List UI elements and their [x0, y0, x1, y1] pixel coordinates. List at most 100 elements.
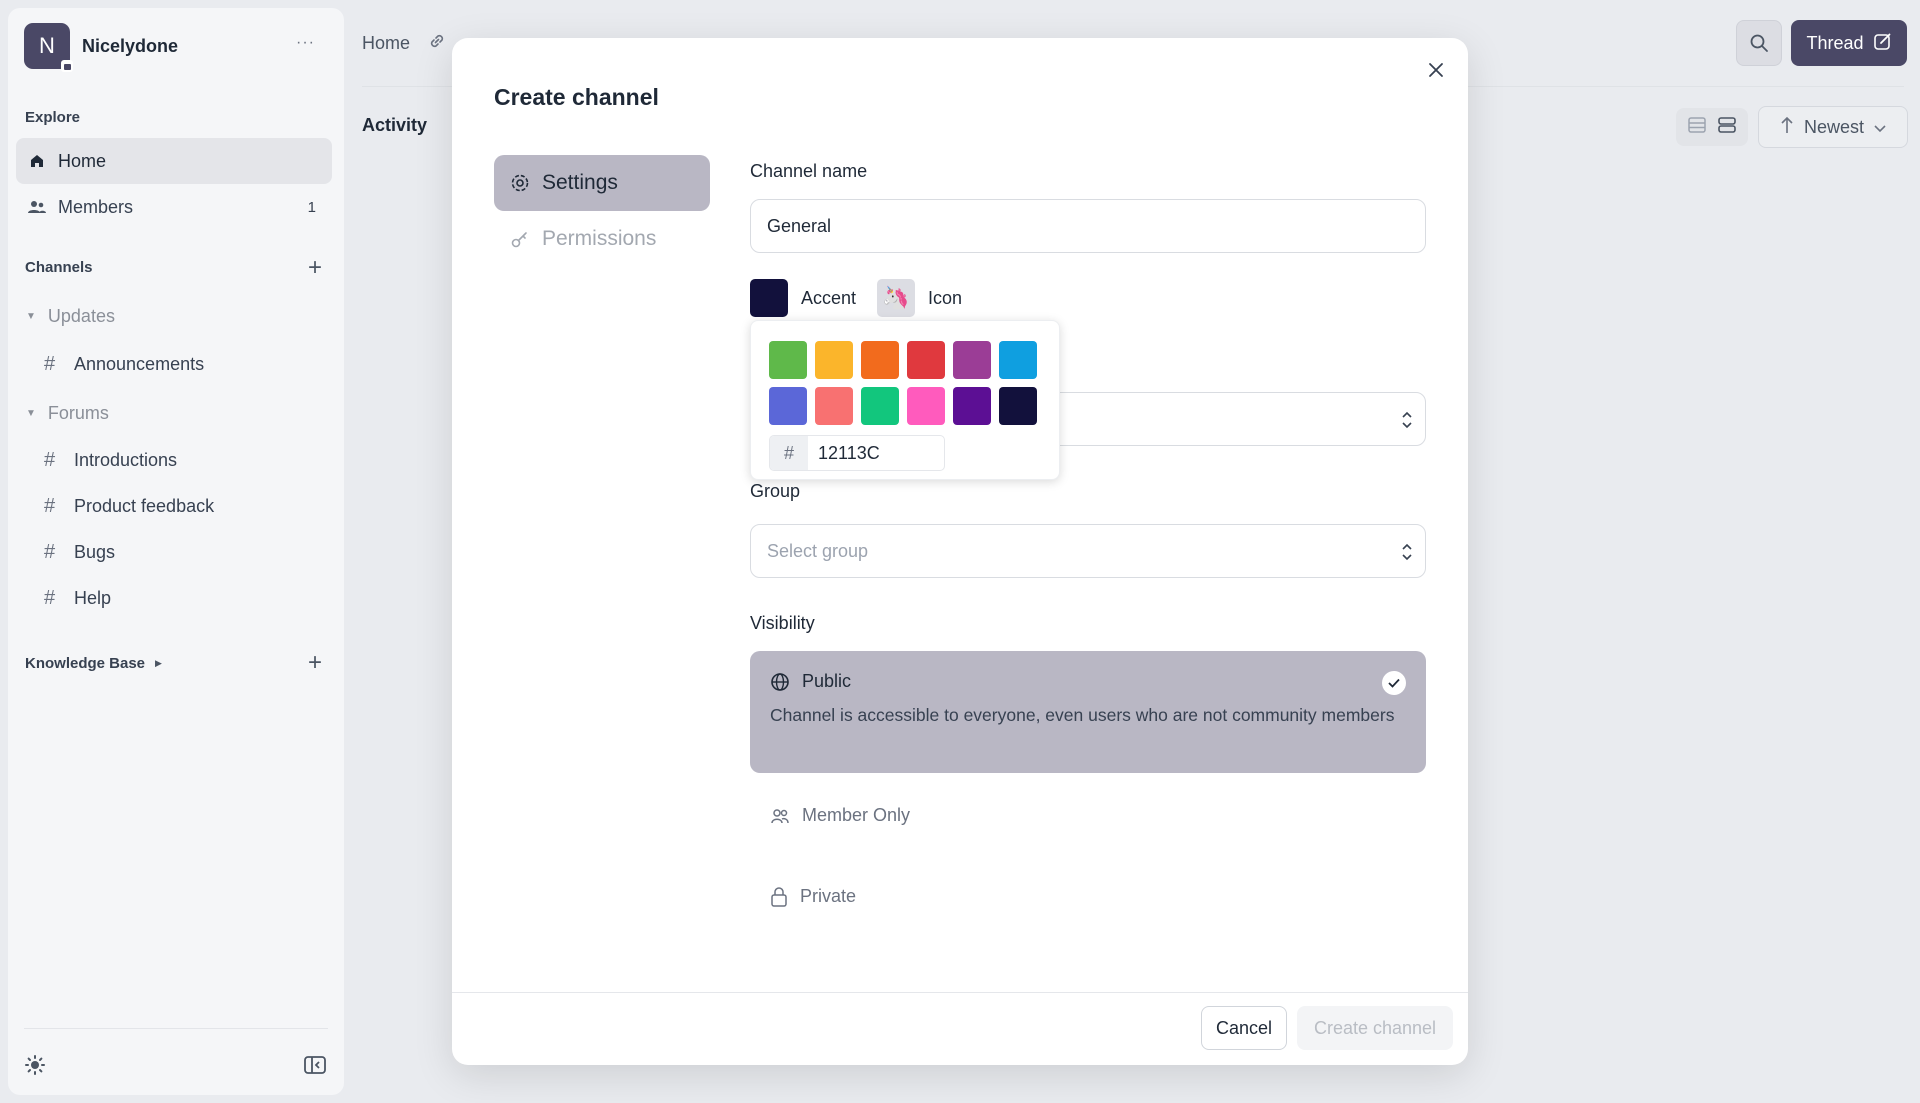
color-swatch[interactable] — [907, 387, 945, 425]
tab-label: Settings — [542, 171, 618, 194]
channel-label: Product feedback — [74, 496, 215, 516]
hash-icon: # — [44, 587, 56, 609]
sort-label: Newest — [1803, 116, 1865, 137]
channel-label: Bugs — [74, 542, 116, 562]
sidebar-item-bugs[interactable]: # Bugs — [44, 541, 115, 564]
more-options-icon[interactable]: ··· — [296, 34, 315, 52]
group-label: Group — [750, 481, 801, 501]
create-channel-button[interactable]: Create channel — [1297, 1006, 1453, 1050]
sidebar-item-label: Members — [58, 196, 134, 217]
color-swatch[interactable] — [999, 387, 1037, 425]
visibility-option-public[interactable]: Public Channel is accessible to everyone… — [750, 651, 1426, 773]
sidebar-item-product-feedback[interactable]: # Product feedback — [44, 495, 214, 518]
hash-icon: # — [44, 495, 56, 517]
explore-label: Explore — [25, 109, 81, 126]
hash-icon: # — [44, 353, 56, 375]
caret-down-icon: ▼ — [26, 408, 36, 419]
hex-input[interactable]: # 12113C — [769, 435, 945, 471]
caret-right-icon: ▶ — [155, 658, 162, 668]
group-label: Updates — [47, 306, 115, 326]
channel-name-input[interactable]: General — [750, 199, 1426, 253]
link-icon[interactable] — [428, 32, 446, 55]
create-channel-modal: Create channel Settings Permissions Chan… — [452, 38, 1468, 1065]
group-select[interactable]: Select group — [750, 524, 1426, 578]
search-button[interactable] — [1736, 20, 1782, 66]
members-icon — [28, 198, 46, 216]
check-icon — [1382, 671, 1406, 695]
hex-value[interactable]: 12113C — [808, 436, 944, 470]
add-channel-button[interactable]: + — [308, 256, 322, 280]
color-swatch[interactable] — [861, 387, 899, 425]
unicorn-icon[interactable]: 🦄 — [877, 279, 916, 317]
workspace-name: Nicelydone — [82, 35, 179, 56]
tab-settings[interactable]: Settings — [494, 155, 710, 211]
sidebar-item-members[interactable]: Members 1 — [16, 184, 332, 230]
icon-label: Icon — [928, 287, 963, 308]
sidebar-item-announcements[interactable]: # Announcements — [44, 353, 204, 376]
globe-icon — [770, 672, 790, 692]
card-view-icon[interactable] — [1718, 116, 1736, 139]
group-forums[interactable]: ▼ Forums — [26, 403, 109, 424]
visibility-option-private[interactable]: Private — [770, 886, 856, 907]
divider — [452, 992, 1468, 993]
visibility-public-title: Public — [802, 671, 852, 691]
list-view-icon[interactable] — [1688, 116, 1706, 139]
color-swatch[interactable] — [999, 341, 1037, 379]
key-icon — [510, 229, 530, 249]
sidebar-item-help[interactable]: # Help — [44, 587, 111, 610]
sidebar-item-home[interactable]: Home — [16, 138, 332, 184]
lock-icon — [770, 886, 788, 907]
color-swatch[interactable] — [815, 387, 853, 425]
color-swatch-grid — [769, 341, 1037, 425]
members-count: 1 — [307, 198, 316, 216]
color-swatch[interactable] — [769, 341, 807, 379]
chevron-up-down-icon — [1401, 410, 1413, 435]
color-swatch[interactable] — [861, 341, 899, 379]
page-title: Home — [362, 32, 446, 55]
sidebar-item-introductions[interactable]: # Introductions — [44, 449, 177, 472]
color-swatch[interactable] — [953, 341, 991, 379]
thread-label: Thread — [1806, 32, 1864, 53]
accent-color-swatch[interactable] — [750, 279, 788, 317]
accent-label: Accent — [801, 287, 857, 308]
color-swatch[interactable] — [815, 341, 853, 379]
visibility-label: Visibility — [750, 613, 815, 633]
caret-down-icon: ▼ — [26, 311, 36, 322]
hash-icon: # — [44, 449, 56, 471]
group-placeholder: Select group — [767, 540, 869, 561]
cancel-button[interactable]: Cancel — [1201, 1006, 1287, 1050]
group-updates[interactable]: ▼ Updates — [26, 306, 115, 327]
tab-permissions[interactable]: Permissions — [494, 211, 710, 267]
visibility-member-only-label: Member Only — [802, 805, 911, 825]
color-swatch[interactable] — [953, 387, 991, 425]
arrow-up-icon — [1780, 116, 1794, 139]
divider — [24, 1028, 328, 1029]
accent-icon-row: Accent 🦄 Icon — [750, 278, 962, 318]
visibility-private-label: Private — [800, 886, 857, 906]
workspace-header[interactable]: N Nicelydone — [24, 22, 328, 72]
visibility-option-member-only[interactable]: Member Only — [770, 805, 910, 826]
hex-prefix: # — [770, 436, 808, 470]
knowledge-base-label: Knowledge Base — [25, 655, 146, 672]
collapse-sidebar-icon[interactable] — [304, 1054, 326, 1076]
search-icon — [1750, 34, 1768, 52]
channel-label: Help — [74, 588, 112, 608]
close-icon[interactable] — [1422, 56, 1450, 84]
channels-label: Channels — [25, 259, 93, 276]
sort-dropdown[interactable]: Newest — [1758, 106, 1908, 148]
channel-name-label: Channel name — [750, 161, 868, 181]
workspace-avatar: N — [24, 23, 73, 72]
add-knowledge-base-button[interactable]: + — [308, 651, 322, 675]
new-thread-button[interactable]: Thread — [1791, 20, 1907, 66]
knowledge-base-toggle[interactable]: Knowledge Base ▶ — [25, 655, 162, 672]
page-title-text: Home — [362, 33, 411, 53]
compose-icon — [1873, 32, 1892, 55]
sidebar-item-label: Home — [58, 150, 107, 171]
color-swatch[interactable] — [907, 341, 945, 379]
view-toggle[interactable] — [1676, 108, 1748, 146]
color-swatch[interactable] — [769, 387, 807, 425]
gear-icon — [510, 173, 530, 193]
theme-toggle-sun-icon[interactable] — [24, 1054, 46, 1076]
modal-title: Create channel — [494, 84, 659, 110]
home-icon — [28, 152, 46, 170]
